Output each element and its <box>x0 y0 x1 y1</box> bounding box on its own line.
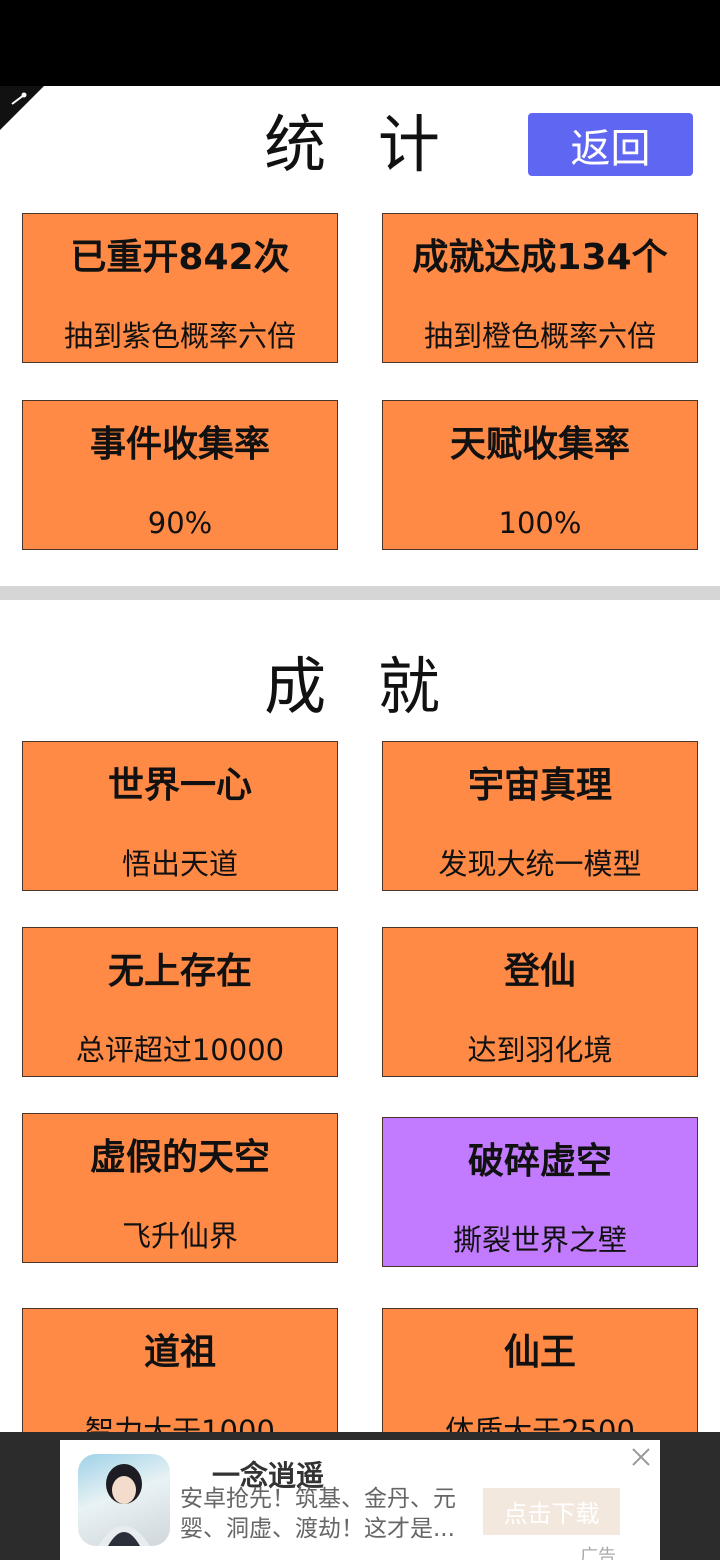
stat-card-talent-rate: 天赋收集率 100% <box>382 400 698 550</box>
achievement-desc: 发现大统一模型 <box>438 847 642 881</box>
achievement-title: 虚假的天空 <box>89 1137 270 1178</box>
achievement-desc: 达到羽化境 <box>467 1033 613 1067</box>
ad-app-logo[interactable] <box>78 1454 170 1546</box>
stat-card-sub: 抽到橙色概率六倍 <box>423 319 656 353</box>
achievement-title: 世界一心 <box>107 765 252 806</box>
achievement-card[interactable]: 无上存在 总评超过10000 <box>22 927 338 1077</box>
stat-card-sub: 抽到紫色概率六倍 <box>63 319 296 353</box>
achievement-desc: 总评超过10000 <box>75 1033 285 1067</box>
stat-card-sub: 100% <box>498 506 582 540</box>
ad-container: 一念逍遥 安卓抢先！筑基、金丹、元婴、洞虚、渡劫！这才是... 点击下载 广告 <box>0 1432 720 1560</box>
stat-card-restarts: 已重开842次 抽到紫色概率六倍 <box>22 213 338 363</box>
achievement-title: 破碎虚空 <box>467 1141 612 1182</box>
achievement-desc: 悟出天道 <box>121 847 238 881</box>
app-screen: 统 计 返回 已重开842次 抽到紫色概率六倍 成就达成134个 抽到橙色概率六… <box>0 86 720 1432</box>
achievement-title: 宇宙真理 <box>467 765 612 806</box>
section-divider <box>0 586 720 600</box>
stat-card-event-rate: 事件收集率 90% <box>22 400 338 550</box>
ad-banner[interactable]: 一念逍遥 安卓抢先！筑基、金丹、元婴、洞虚、渡劫！这才是... 点击下载 广告 <box>60 1440 660 1560</box>
achievement-card[interactable]: 登仙 达到羽化境 <box>382 927 698 1077</box>
ad-label: 广告 <box>580 1546 616 1560</box>
status-bar <box>0 0 720 86</box>
achievement-card[interactable]: 道祖 智力大于1000 <box>22 1308 338 1432</box>
stat-card-title: 天赋收集率 <box>449 424 630 465</box>
achievement-card[interactable]: 宇宙真理 发现大统一模型 <box>382 741 698 891</box>
achievements-title: 成 就 <box>264 650 456 723</box>
achievement-card-highlighted[interactable]: 破碎虚空 撕裂世界之壁 <box>382 1117 698 1267</box>
achievement-card[interactable]: 世界一心 悟出天道 <box>22 741 338 891</box>
stat-card-achievements: 成就达成134个 抽到橙色概率六倍 <box>382 213 698 363</box>
stat-card-title: 事件收集率 <box>89 424 270 465</box>
achievement-card[interactable]: 仙王 体质大于2500 <box>382 1308 698 1432</box>
achievement-desc: 飞升仙界 <box>121 1219 238 1253</box>
achievement-title: 登仙 <box>503 951 576 992</box>
back-button[interactable]: 返回 <box>528 113 693 176</box>
stat-card-sub: 90% <box>147 506 213 540</box>
achievement-desc: 撕裂世界之壁 <box>452 1223 627 1257</box>
achievement-title: 仙王 <box>503 1332 576 1373</box>
achievement-desc: 体质大于2500 <box>445 1414 635 1432</box>
ad-download-button[interactable]: 点击下载 <box>483 1488 620 1535</box>
achievement-desc: 智力大于1000 <box>85 1414 275 1432</box>
close-icon[interactable] <box>630 1446 652 1468</box>
stat-card-title: 成就达成134个 <box>412 237 668 278</box>
achievement-card[interactable]: 虚假的天空 飞升仙界 <box>22 1113 338 1263</box>
ad-description: 安卓抢先！筑基、金丹、元婴、洞虚、渡劫！这才是... <box>180 1486 456 1542</box>
achievement-title: 道祖 <box>143 1332 216 1373</box>
achievement-title: 无上存在 <box>107 951 252 992</box>
wand-icon <box>11 92 27 105</box>
stat-card-title: 已重开842次 <box>70 237 290 278</box>
